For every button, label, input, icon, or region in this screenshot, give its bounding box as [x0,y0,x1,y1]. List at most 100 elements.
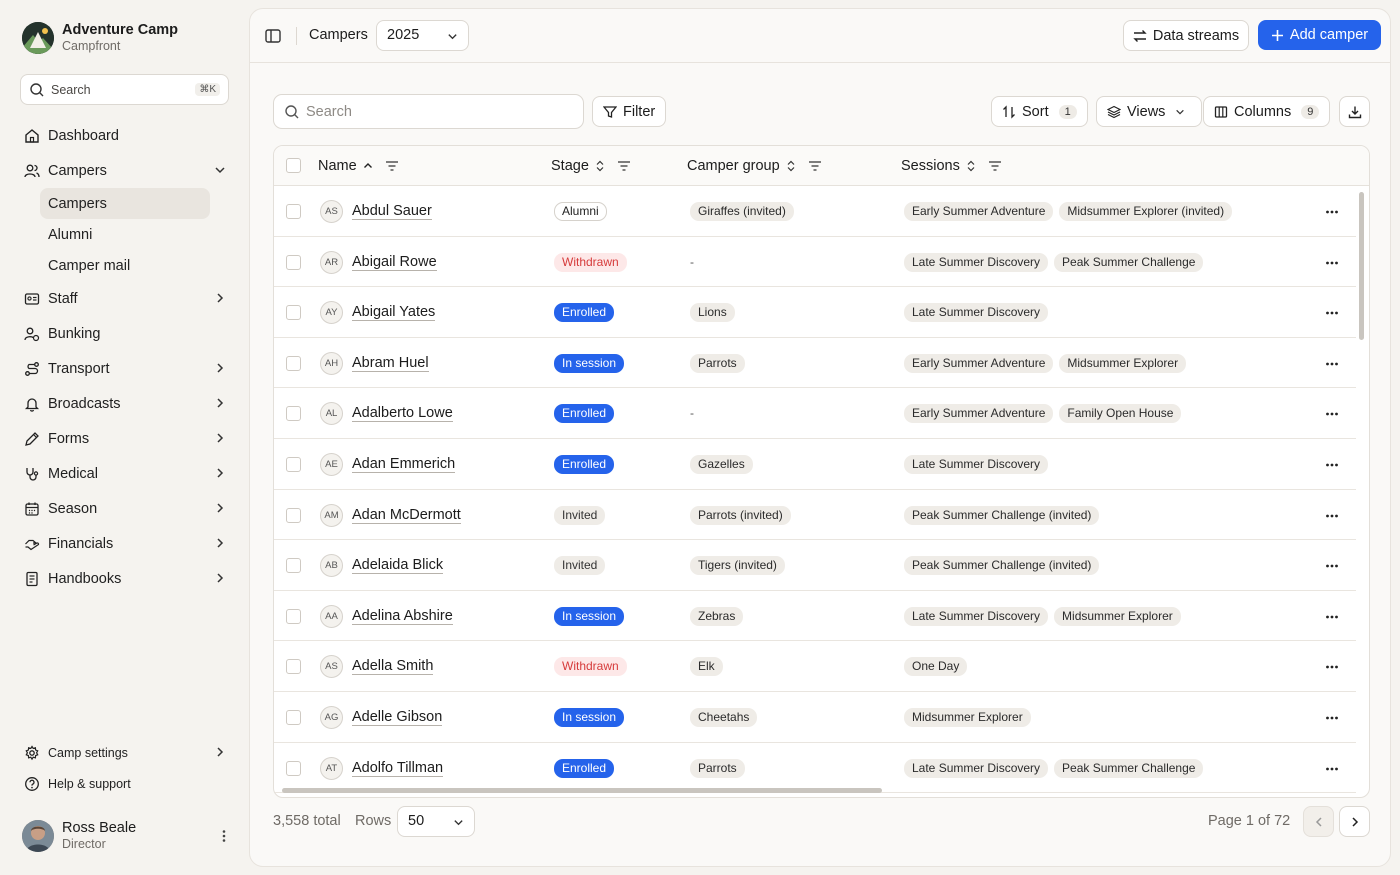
table-row[interactable]: AG Adelle Gibson In session Cheetahs Midsumm… [274,692,1356,743]
table-row[interactable]: AS Adella Smith Withdrawn Elk One Day [274,641,1356,692]
row-checkbox[interactable] [286,608,301,624]
year-select[interactable]: 2025 [376,20,469,51]
download-button[interactable] [1339,96,1370,127]
more-horizontal-icon[interactable] [1324,609,1340,625]
camper-initials-avatar: AS [320,655,343,679]
camper-name-link[interactable]: Adan McDermott [352,507,461,524]
vertical-scrollbar[interactable] [1359,192,1364,340]
sidebar-item-handbooks[interactable]: Handbooks [20,561,232,596]
camper-name-link[interactable]: Adella Smith [352,658,434,676]
sidebar-subitem-alumni[interactable]: Alumni [20,219,232,250]
more-horizontal-icon[interactable] [1324,761,1340,777]
more-horizontal-icon[interactable] [1324,204,1340,220]
next-page-button[interactable] [1339,806,1370,837]
sidebar-item-campers[interactable]: Campers [20,153,232,188]
column-header-sessions[interactable]: Sessions [901,158,1002,174]
column-filter-icon[interactable] [988,160,1002,172]
camper-name-link[interactable]: Adan Emmerich [352,456,456,473]
more-horizontal-icon[interactable] [1324,710,1340,726]
more-horizontal-icon[interactable] [1324,457,1340,473]
camper-name-link[interactable]: Abigail Rowe [352,254,437,271]
column-filter-icon[interactable] [385,160,399,172]
table-row[interactable]: AB Adelaida Blick Invited Tigers (invited) P… [274,540,1356,591]
table-row[interactable]: AY Abigail Yates Enrolled Lions Late Summer … [274,287,1356,338]
horizontal-scrollbar[interactable] [282,788,882,793]
table-row[interactable]: AA Adelina Abshire In session Zebras Late Su… [274,591,1356,642]
column-filter-icon[interactable] [617,160,631,172]
camper-name-link[interactable]: Adelle Gibson [352,709,443,726]
sidebar-item-season[interactable]: Season [20,491,232,526]
rows-per-page-select[interactable]: 50 [397,806,475,837]
camper-name-link[interactable]: Adolfo Tillman [352,760,444,777]
row-checkbox[interactable] [286,507,301,523]
table-row[interactable]: AM Adan McDermott Invited Parrots (invited)… [274,490,1356,541]
row-checkbox[interactable] [286,406,301,422]
add-camper-button[interactable]: Add camper [1258,20,1381,50]
camper-group-badge: Elk [690,657,723,677]
sidebar-item-dashboard[interactable]: Dashboard [20,118,232,153]
more-horizontal-icon[interactable] [1324,255,1340,271]
camper-name-link[interactable]: Abigail Yates [352,304,436,322]
table-row[interactable]: AR Abigail Rowe Withdrawn - Late Summer Disc… [274,237,1356,288]
sidebar-item-broadcasts[interactable]: Broadcasts [20,386,232,421]
table-row[interactable]: AL Adalberto Lowe Enrolled - Early Summer Ad… [274,388,1356,439]
sessions-list: Early Summer Adventure Midsummer Explorer… [904,202,1238,221]
sidebar-item-forms[interactable]: Forms [20,421,232,456]
more-horizontal-icon[interactable] [1324,659,1340,675]
sidebar-item-transport[interactable]: Transport [20,351,232,386]
data-streams-button[interactable]: Data streams [1123,20,1249,51]
calendar-icon [24,501,40,517]
camper-name-link[interactable]: Adelaida Blick [352,557,444,575]
brand[interactable]: Adventure Camp Campfront [22,22,178,54]
sidebar-item-financials[interactable]: Financials [20,526,232,561]
chevron-down-icon [1176,109,1185,115]
more-horizontal-icon[interactable] [1324,558,1340,574]
column-header-camper-group[interactable]: Camper group [687,158,822,174]
sort-button[interactable]: Sort 1 [991,96,1088,127]
more-horizontal-icon[interactable] [1324,406,1340,422]
table-search-input[interactable]: Search [273,94,584,129]
column-filter-icon[interactable] [808,160,822,172]
previous-page-button[interactable] [1303,806,1334,837]
table-row[interactable]: AE Adan Emmerich Enrolled Gazelles Late Summ… [274,439,1356,490]
column-header-stage[interactable]: Stage [551,158,631,174]
table-row[interactable]: AH Abram Huel In session Parrots Early Summe… [274,338,1356,389]
row-checkbox[interactable] [286,659,301,675]
table-row[interactable]: AT Adolfo Tillman Enrolled Parrots Late Summ… [274,743,1356,794]
views-button[interactable]: Views [1096,96,1203,127]
row-checkbox[interactable] [286,305,301,321]
sidebar-item-camp-settings[interactable]: Camp settings [20,737,232,768]
camper-name-link[interactable]: Adelina Abshire [352,608,453,625]
more-horizontal-icon[interactable] [1324,356,1340,372]
sidebar-toggle-icon[interactable] [264,27,282,45]
row-checkbox[interactable] [286,355,301,371]
filter-button[interactable]: Filter [592,96,667,127]
user-profile[interactable]: Ross Beale Director [22,820,232,852]
sidebar-item-medical[interactable]: Medical [20,456,232,491]
sidebar-item-bunking[interactable]: Bunking [20,316,232,351]
sidebar-subitem-camper-mail[interactable]: Camper mail [20,250,232,281]
session-badge: Midsummer Explorer [904,707,1031,727]
sidebar-subitem-campers[interactable]: Campers [40,188,210,219]
more-horizontal-icon[interactable] [1324,305,1340,321]
row-checkbox[interactable] [286,558,301,574]
sidebar-item-staff[interactable]: Staff [20,281,232,316]
camper-name-link[interactable]: Adalberto Lowe [352,405,453,423]
camper-group-badge: Gazelles [690,454,753,474]
camper-name-link[interactable]: Abdul Sauer [352,203,432,220]
row-checkbox[interactable] [286,760,301,776]
sidebar-search[interactable]: Search ⌘K [20,74,229,105]
sidebar-item-help[interactable]: Help & support [20,768,232,799]
column-header-name[interactable]: Name [318,158,399,174]
more-vertical-icon[interactable] [216,828,232,844]
sidebar-bottom-nav: Camp settings Help & support [20,737,232,799]
select-all-checkbox[interactable] [286,158,301,173]
table-row[interactable]: AS Abdul Sauer Alumni Giraffes (invited) Ear… [274,186,1356,237]
more-horizontal-icon[interactable] [1324,508,1340,524]
camper-name-link[interactable]: Abram Huel [352,355,429,372]
row-checkbox[interactable] [286,456,301,472]
row-checkbox[interactable] [286,204,301,219]
row-checkbox[interactable] [286,254,301,270]
row-checkbox[interactable] [286,709,301,725]
columns-button[interactable]: Columns 9 [1203,96,1331,127]
